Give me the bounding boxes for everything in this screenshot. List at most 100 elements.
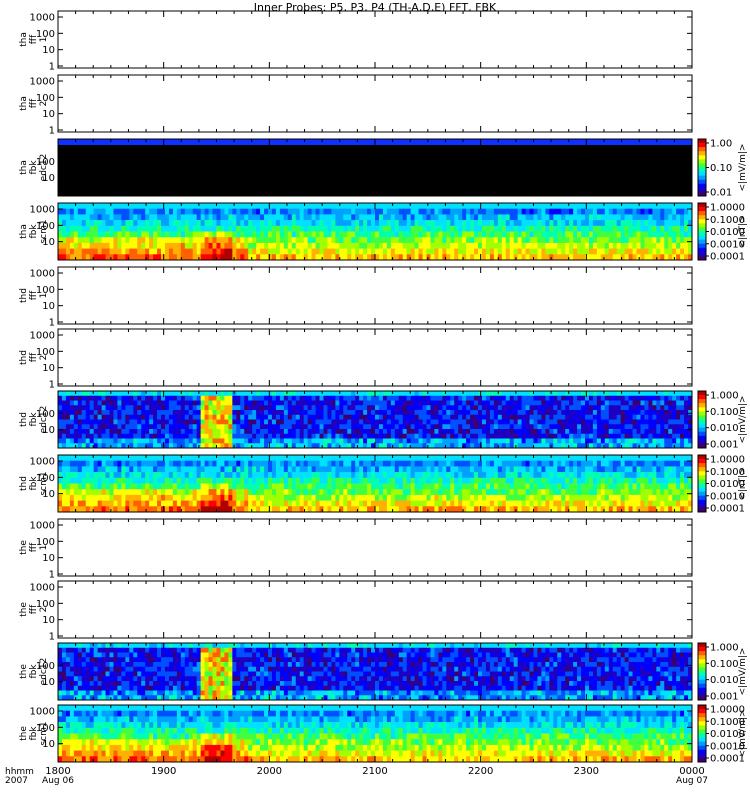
- mark-1754: [97, 419, 102, 425]
- mark-1234: [541, 203, 546, 209]
- mark-2306: [279, 419, 285, 425]
- mark-4091: [264, 506, 269, 513]
- mark-2588: [375, 391, 380, 397]
- mark-682: [319, 248, 324, 255]
- mark-2548: [359, 429, 364, 435]
- mark-312: [172, 248, 178, 255]
- mark-1225: [537, 208, 542, 215]
- mark-873: [394, 254, 400, 261]
- mark-1477: [636, 220, 641, 227]
- mark-2523: [351, 424, 356, 430]
- mark-1401: [604, 242, 610, 249]
- mark-3630: [81, 500, 87, 507]
- mark-3628: [81, 489, 87, 496]
- mark-2412: [315, 410, 320, 416]
- mark-2948: [493, 391, 499, 397]
- mark-4310: [351, 500, 356, 507]
- mark-2153: [228, 433, 233, 439]
- mark-2117: [216, 433, 221, 439]
- mark-770: [355, 237, 360, 244]
- mark-1271: [553, 242, 558, 249]
- mark-4107: [271, 483, 277, 490]
- colorbar-unit-label: <|nT|>: [738, 215, 748, 247]
- mark-3339: [620, 424, 626, 430]
- mark-1106: [489, 214, 495, 221]
- mark-3081: [537, 395, 542, 401]
- mark-687: [323, 220, 328, 227]
- mark-1078: [478, 225, 483, 232]
- mark-2429: [319, 433, 324, 439]
- mark-313: [172, 254, 178, 261]
- mark-3467: [664, 405, 669, 411]
- mark-4326: [359, 477, 364, 484]
- mark-3982: [224, 455, 229, 461]
- mark-3828: [161, 489, 166, 496]
- mark-1102: [485, 248, 491, 255]
- mark-80: [81, 237, 87, 244]
- mark-2821: [450, 414, 455, 420]
- mark-2838: [454, 438, 459, 444]
- mark-2909: [478, 433, 483, 439]
- mark-2461: [331, 414, 336, 420]
- mark-2037: [192, 395, 198, 401]
- mark-4206: [311, 477, 316, 484]
- mark-1244: [545, 203, 550, 209]
- mark-2620: [382, 429, 388, 435]
- mark-442: [224, 248, 229, 255]
- mark-230: [141, 237, 146, 244]
- mark-1020: [454, 237, 459, 244]
- mark-3226: [585, 400, 590, 406]
- mark-980: [438, 237, 443, 244]
- mark-3015: [513, 424, 519, 430]
- mark-1647: [61, 424, 67, 430]
- mark-2055: [196, 424, 202, 430]
- mark-756: [351, 214, 356, 221]
- mark-72: [77, 248, 83, 255]
- mark-3088: [537, 429, 542, 435]
- mark-304: [172, 203, 178, 209]
- mark-761: [351, 242, 356, 249]
- mark-115: [97, 208, 102, 215]
- mark-4308: [351, 489, 356, 496]
- mark-3785: [145, 472, 150, 479]
- mark-2903: [478, 405, 483, 411]
- mark-2084: [208, 391, 213, 397]
- mark-572: [275, 248, 281, 255]
- mark-3254: [592, 419, 598, 425]
- mark-1003: [446, 254, 451, 261]
- mark-2822: [450, 419, 455, 425]
- mark-1259: [549, 231, 554, 238]
- mark-3834: [164, 466, 170, 473]
- mark-631: [299, 242, 305, 249]
- mark-1066: [474, 214, 479, 221]
- mark-3964: [216, 466, 221, 473]
- mark-2582: [371, 419, 376, 425]
- mark-3153: [561, 395, 566, 401]
- mark-3652: [93, 455, 99, 461]
- mark-1958: [164, 419, 170, 425]
- mark-2223: [252, 424, 257, 430]
- mark-1539: [660, 231, 665, 238]
- mark-308: [172, 225, 178, 232]
- mark-3790: [145, 500, 150, 507]
- mark-2289: [275, 395, 281, 401]
- mark-3210: [577, 438, 582, 444]
- colorbar-tick-label: 0.010: [710, 423, 739, 434]
- mark-2437: [323, 414, 328, 420]
- mark-4259: [331, 494, 336, 501]
- mark-4123: [279, 460, 285, 467]
- mark-917: [414, 220, 419, 227]
- mark-1348: [585, 225, 590, 232]
- mark-400: [208, 237, 213, 244]
- mark-4292: [347, 455, 352, 461]
- mark-3180: [569, 410, 574, 416]
- mark-2836: [454, 429, 459, 435]
- mark-757: [351, 220, 356, 227]
- mark-1642: [61, 400, 67, 406]
- mark-2898: [474, 438, 479, 444]
- mark-3615: [77, 472, 83, 479]
- mark-2075: [204, 405, 209, 411]
- mark-4117: [275, 483, 281, 490]
- mark-159: [113, 231, 118, 238]
- mark-1325: [577, 208, 582, 215]
